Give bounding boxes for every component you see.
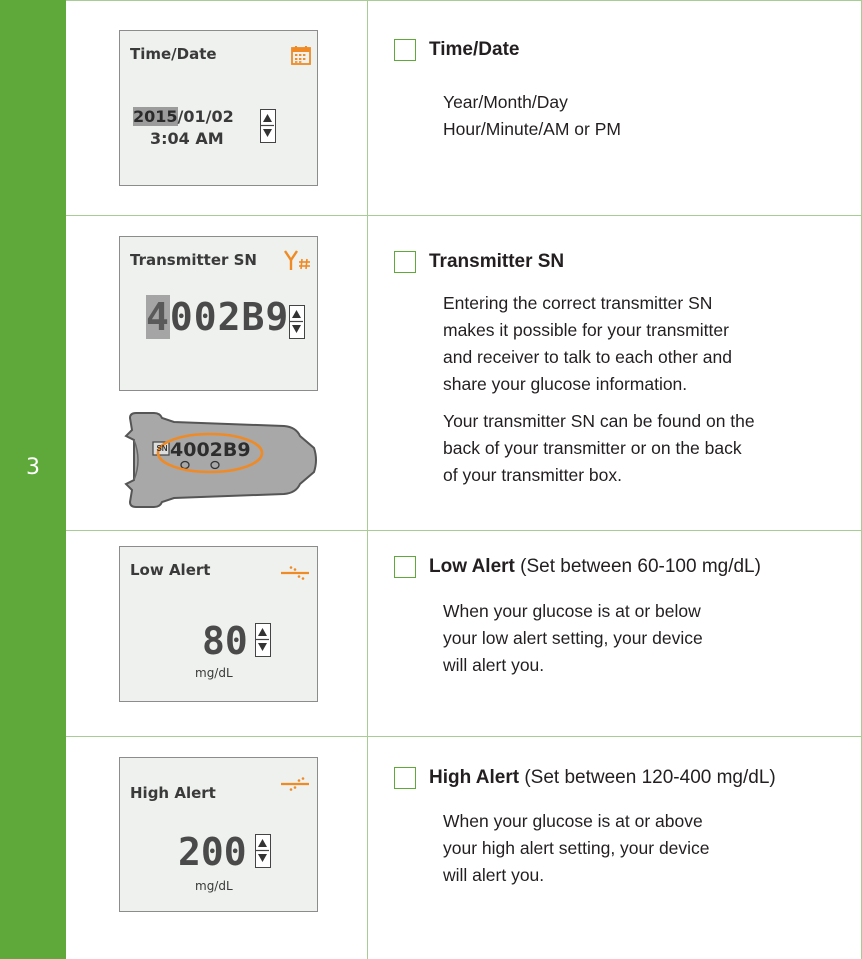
row-divider (66, 736, 862, 737)
sn-first-digit[interactable]: 4 (146, 295, 170, 339)
transmitter-sn-location-note: Your transmitter SN can be found on the … (443, 408, 843, 489)
screen-title: High Alert (130, 784, 216, 802)
low-alert-screen: Low Alert 80 mg/dL (119, 546, 318, 702)
text-line: will alert you. (443, 865, 545, 885)
date-value[interactable]: 2015/01/02 (133, 107, 234, 126)
low-alert-title: Low Alert (Set between 60-100 mg/dL) (429, 556, 761, 577)
up-down-stepper[interactable] (255, 834, 271, 868)
transmitter-sn-title: Transmitter SN (429, 251, 565, 272)
screen-title: Time/Date (130, 45, 217, 63)
row-divider (66, 215, 862, 216)
time-date-checkbox[interactable] (394, 39, 416, 61)
high-alert-title: High Alert (Set between 120-400 mg/dL) (429, 767, 776, 788)
step-number: 3 (26, 455, 40, 480)
column-divider (367, 0, 368, 959)
up-down-stepper[interactable] (289, 305, 305, 339)
low-alert-icon (281, 566, 309, 580)
date-rest: /01/02 (177, 107, 234, 126)
high-alert-icon (281, 777, 309, 791)
range-note: (Set between 120-400 mg/dL) (519, 767, 776, 788)
text-line: share your glucose information. (443, 374, 688, 394)
text-line: and receiver to talk to each other and (443, 347, 732, 367)
text-line: Year/Month/Day (443, 92, 568, 112)
device-serial-number: 4002B9 (170, 439, 251, 461)
transmitter-device-illustration: SN 4002B9 (124, 410, 324, 510)
text-line: your high alert setting, your device (443, 838, 710, 858)
high-alert-screen: High Alert 200 mg/dL (119, 757, 318, 912)
low-alert-value[interactable]: 80 (202, 619, 248, 663)
text-line: will alert you. (443, 655, 545, 675)
text-line: your low alert setting, your device (443, 628, 703, 648)
row-divider (66, 530, 862, 531)
time-date-description: Year/Month/Day Hour/Minute/AM or PM (443, 89, 843, 143)
high-alert-description: When your glucose is at or above your hi… (443, 808, 843, 889)
transmitter-sn-checkbox[interactable] (394, 251, 416, 273)
text-line: Your transmitter SN can be found on the (443, 411, 755, 431)
text-line: makes it possible for your transmitter (443, 320, 729, 340)
transmitter-sn-description: Entering the correct transmitter SN make… (443, 290, 843, 398)
high-alert-checkbox[interactable] (394, 767, 416, 789)
row-divider (66, 0, 862, 1)
year-field[interactable]: 2015 (133, 107, 178, 126)
screen-title: Transmitter SN (130, 251, 257, 269)
unit-label: mg/dL (195, 879, 233, 893)
text-line: of your transmitter box. (443, 465, 622, 485)
time-date-title: Time/Date (429, 39, 520, 60)
low-alert-description: When your glucose is at or below your lo… (443, 598, 843, 679)
text-line: back of your transmitter or on the back (443, 438, 742, 458)
antenna-hash-icon (284, 250, 310, 270)
sn-remaining: 002B9 (169, 295, 290, 339)
low-alert-checkbox[interactable] (394, 556, 416, 578)
unit-label: mg/dL (195, 666, 233, 680)
up-down-stepper[interactable] (255, 623, 271, 657)
serial-number-value[interactable]: 4002B9 (146, 295, 289, 339)
range-note: (Set between 60-100 mg/dL) (514, 556, 761, 577)
sn-badge: SN (156, 444, 168, 453)
text-line: When your glucose is at or below (443, 601, 701, 621)
time-date-screen: Time/Date 2015/01/02 3:04 AM (119, 30, 318, 186)
text-line: Entering the correct transmitter SN (443, 293, 713, 313)
text-line: When your glucose is at or above (443, 811, 703, 831)
text-line: Hour/Minute/AM or PM (443, 119, 621, 139)
up-down-stepper[interactable] (260, 109, 276, 143)
time-value: 3:04 AM (150, 129, 224, 148)
screen-title: Low Alert (130, 561, 211, 579)
transmitter-sn-screen: Transmitter SN 4002B9 (119, 236, 318, 391)
calendar-icon (291, 46, 311, 65)
high-alert-value[interactable]: 200 (178, 830, 247, 874)
